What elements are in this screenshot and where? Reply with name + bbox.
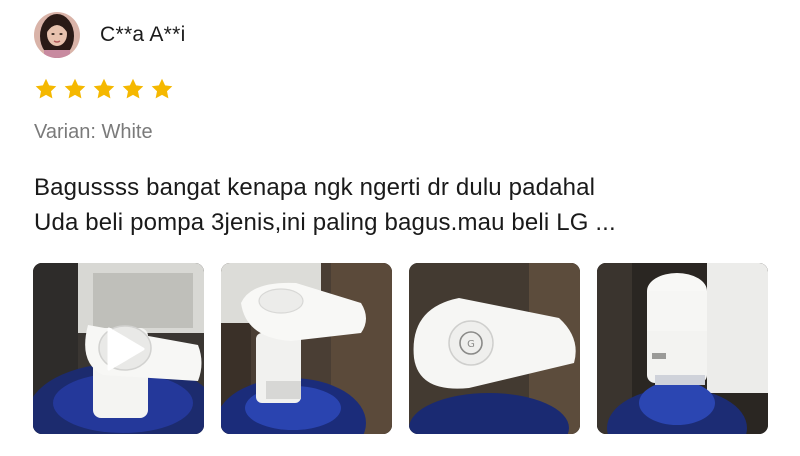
review-line: Uda beli pompa 3jenis,ini paling bagus.m…	[34, 209, 616, 236]
media-gallery: G	[33, 263, 768, 434]
reviewer-header: C**a A**i	[34, 12, 186, 58]
star-icon	[122, 78, 144, 99]
review-line: Bagussss bangat kenapa ngk ngerti dr dul…	[34, 174, 596, 201]
star-icon	[35, 78, 57, 99]
reviewer-name[interactable]: C**a A**i	[100, 23, 186, 47]
play-icon[interactable]	[105, 327, 145, 371]
star-icon	[93, 78, 115, 99]
star-icon	[64, 78, 86, 99]
media-thumbnail[interactable]	[221, 263, 392, 434]
star-rating	[34, 77, 174, 101]
media-thumbnail[interactable]: G	[409, 263, 580, 434]
variant-label: Varian: White	[34, 121, 153, 143]
media-thumbnail-video[interactable]	[33, 263, 204, 434]
avatar[interactable]	[34, 12, 80, 58]
star-icon	[151, 78, 173, 99]
svg-text:G: G	[467, 339, 475, 350]
media-thumbnail[interactable]	[597, 263, 768, 434]
review-text[interactable]: Bagussss bangat kenapa ngk ngerti dr dul…	[34, 170, 774, 240]
